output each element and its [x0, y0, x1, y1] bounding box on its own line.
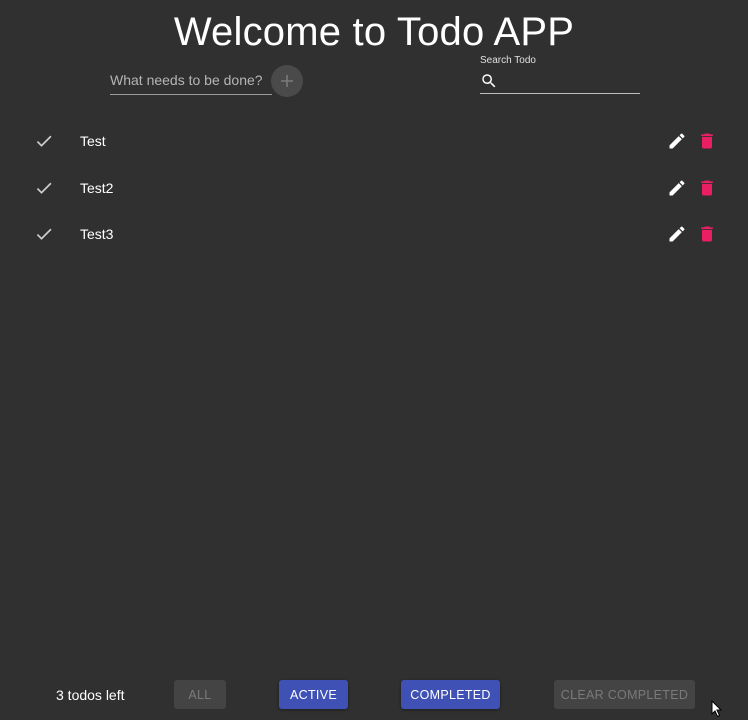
filter-all-button[interactable]: ALL: [174, 680, 226, 709]
delete-icon[interactable]: [697, 224, 717, 244]
edit-icon[interactable]: [667, 131, 687, 151]
search-icon: [482, 74, 496, 88]
todos-left-count: 3 todos left: [56, 687, 125, 703]
todo-text: Test3: [80, 226, 114, 242]
new-todo-field[interactable]: [110, 66, 272, 95]
page-title: Welcome to Todo APP: [173, 10, 575, 54]
search-field[interactable]: [480, 70, 640, 94]
todo-text: Test: [80, 133, 106, 149]
new-todo-input[interactable]: [110, 70, 270, 90]
filter-completed-button[interactable]: COMPLETED: [401, 680, 500, 709]
clear-completed-button[interactable]: CLEAR COMPLETED: [554, 680, 695, 709]
delete-icon[interactable]: [697, 178, 717, 198]
search-label: Search Todo: [480, 55, 536, 66]
todo-text: Test2: [80, 179, 114, 196]
check-icon[interactable]: [34, 178, 54, 198]
edit-icon[interactable]: [667, 224, 687, 244]
delete-icon[interactable]: [697, 131, 717, 151]
todo-item: Test2: [0, 165, 748, 212]
check-icon[interactable]: [34, 131, 54, 151]
plus-icon: [281, 75, 293, 87]
search-input[interactable]: [504, 72, 638, 90]
edit-icon[interactable]: [667, 178, 687, 198]
check-icon[interactable]: [34, 224, 54, 244]
todo-item: Test: [0, 118, 748, 165]
mouse-cursor-icon: [711, 700, 723, 718]
filter-active-button[interactable]: ACTIVE: [279, 680, 348, 709]
add-todo-button[interactable]: [271, 65, 303, 97]
todo-list: Test Test2 Test3: [0, 118, 748, 258]
todo-item: Test3: [0, 211, 748, 258]
